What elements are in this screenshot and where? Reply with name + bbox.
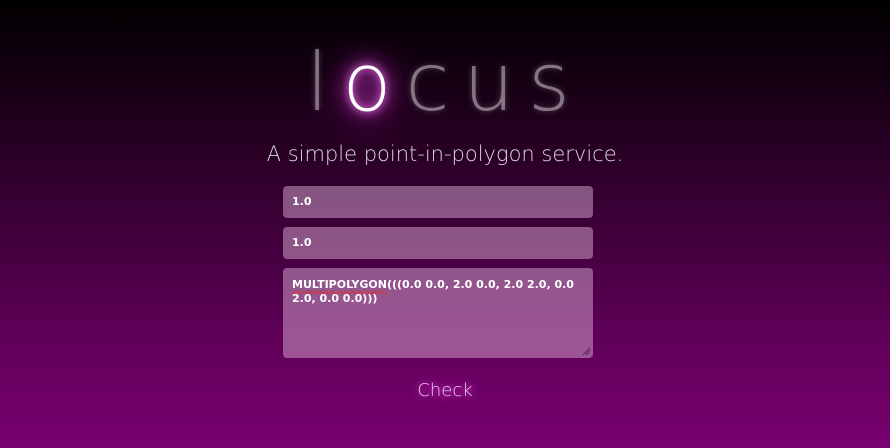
logo-letter-l: l bbox=[306, 36, 343, 129]
resize-grip-icon[interactable] bbox=[582, 347, 591, 356]
locus-logo: locus bbox=[0, 38, 890, 128]
logo-letters-cus: cus bbox=[405, 36, 584, 129]
logo-letter-o-glow: o bbox=[342, 36, 406, 129]
polygon-wkt-text: MULTIPOLYGON(((0.0 0.0, 2.0 0.0, 2.0 2.0… bbox=[292, 278, 574, 305]
check-button[interactable]: Check bbox=[395, 376, 495, 404]
tagline: A simple point-in-polygon service. bbox=[266, 142, 624, 166]
y-coordinate-input[interactable]: 1.0 bbox=[283, 227, 593, 259]
polygon-keyword: MULTIPOLYGON bbox=[292, 278, 387, 291]
x-coordinate-input[interactable]: 1.0 bbox=[283, 186, 593, 218]
polygon-wkt-textarea[interactable]: MULTIPOLYGON(((0.0 0.0, 2.0 0.0, 2.0 2.0… bbox=[283, 268, 593, 358]
